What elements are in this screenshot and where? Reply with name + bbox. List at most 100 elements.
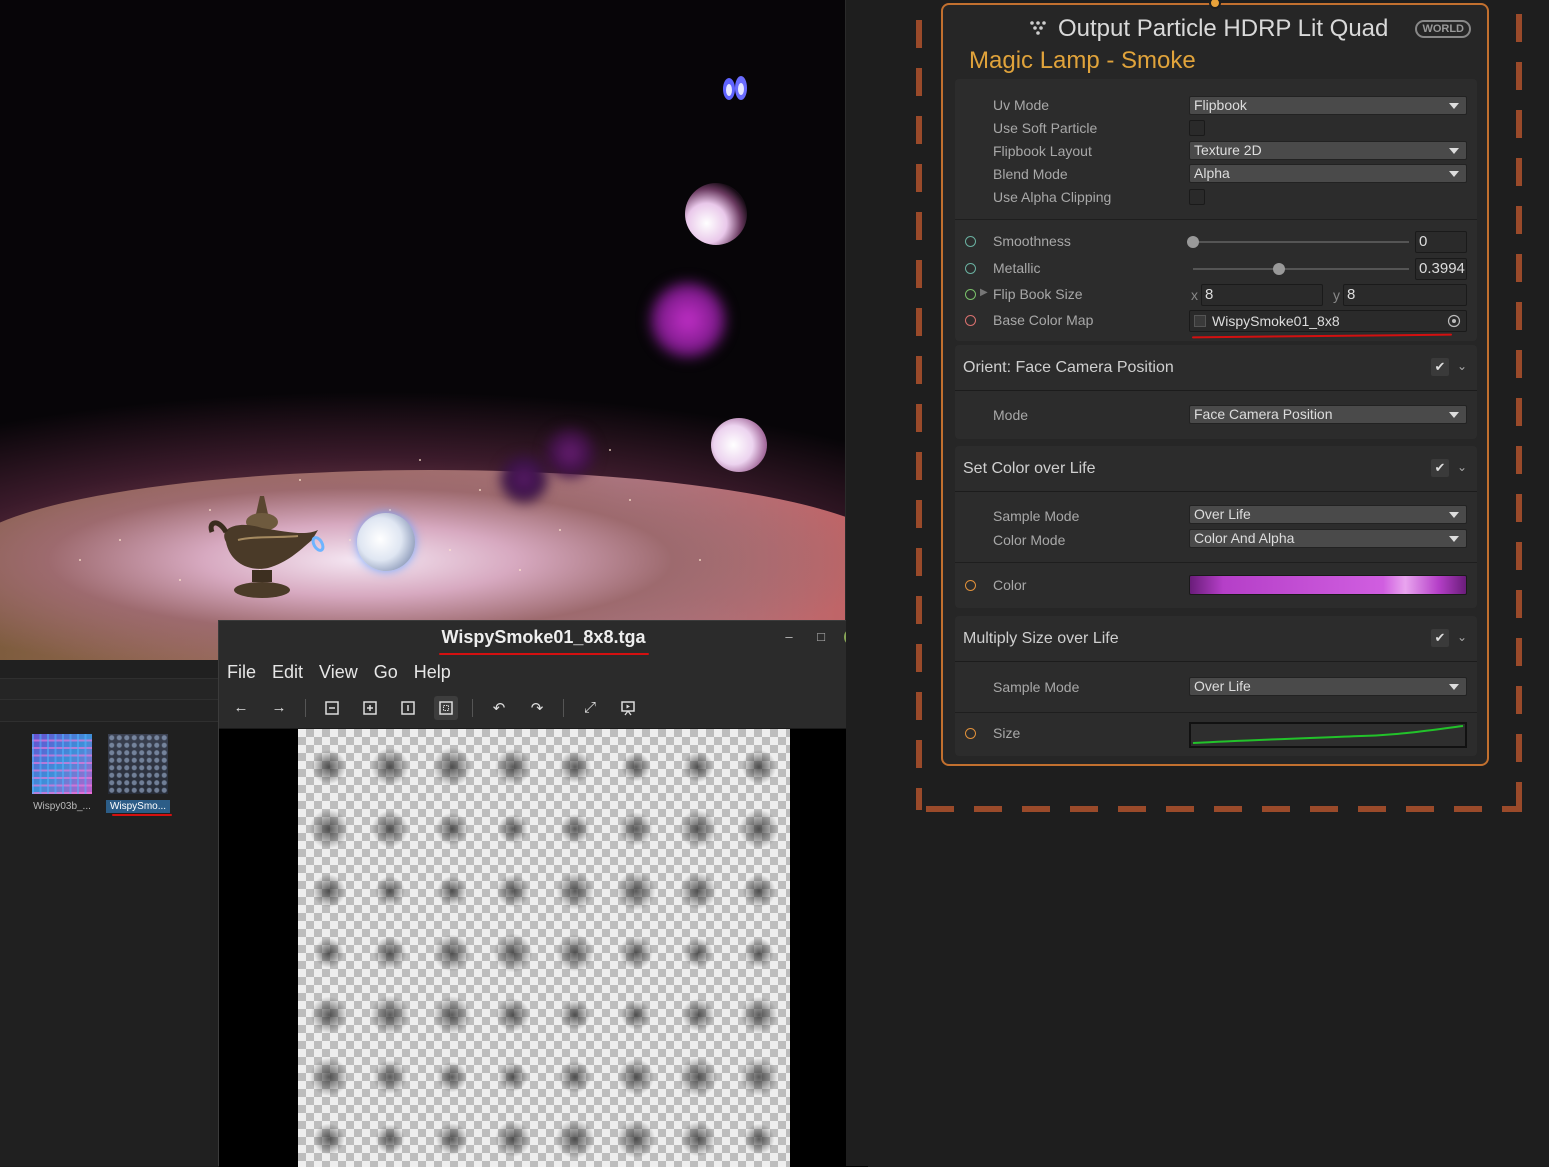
system-boundary-left — [916, 20, 922, 810]
annotation-underline — [439, 653, 649, 655]
flipbook-frame — [436, 876, 468, 906]
flipbook-frame — [494, 1121, 532, 1157]
slideshow-icon[interactable] — [616, 696, 640, 720]
color-sample-mode-row: Sample Mode Over Life — [955, 505, 1477, 528]
moon-orb — [685, 183, 747, 245]
menu-file[interactable]: File — [227, 662, 256, 683]
size-port[interactable] — [965, 728, 976, 739]
flipbook-frame — [373, 936, 408, 970]
sample-mode-dropdown[interactable]: Over Life — [1189, 505, 1467, 524]
flipbook-frame — [557, 1061, 592, 1093]
metallic-row: Metallic 0.3994 — [955, 258, 1477, 280]
scene-viewport[interactable] — [0, 0, 845, 660]
color-over-life-header[interactable]: Set Color over Life ✔ ⌄ — [955, 446, 1477, 492]
color-mode-dropdown[interactable]: Color And Alpha — [1189, 529, 1467, 548]
asset-wispy03b[interactable]: Wispy03b_... — [30, 734, 94, 813]
flipbook-x-field[interactable]: 8 — [1201, 284, 1323, 306]
fullscreen-icon[interactable]: ⤢ — [578, 696, 602, 720]
flipbook-frame — [680, 998, 715, 1032]
size-over-life-title: Multiply Size over Life — [963, 630, 1119, 647]
orient-enabled-checkbox[interactable]: ✔ — [1431, 358, 1449, 376]
expand-triangle-icon[interactable]: ▶ — [980, 287, 988, 298]
soft-particle-checkbox[interactable] — [1189, 120, 1205, 136]
base-color-map-field[interactable]: WispySmoke01_8x8 — [1189, 310, 1467, 332]
minimize-button[interactable]: – — [780, 628, 798, 646]
divider — [955, 712, 1477, 713]
color-port[interactable] — [965, 580, 976, 591]
flipbook-frame — [679, 1121, 716, 1157]
zoom-in-icon[interactable] — [358, 696, 382, 720]
flipbook-size-port[interactable] — [965, 289, 976, 300]
blend-mode-dropdown[interactable]: Alpha — [1189, 164, 1467, 183]
color-over-life-block: Set Color over Life ✔ ⌄ Sample Mode Over… — [955, 446, 1477, 608]
zoom-out-icon[interactable] — [320, 696, 344, 720]
texture-thumbnail-icon — [1194, 315, 1206, 327]
orient-block: Orient: Face Camera Position ✔ ⌄ Mode Fa… — [955, 345, 1477, 439]
flipbook-frame — [740, 996, 779, 1034]
menu-view[interactable]: View — [319, 662, 358, 683]
flipbook-frame — [554, 1119, 595, 1159]
uv-mode-dropdown[interactable]: Flipbook — [1189, 96, 1467, 115]
zoom-fit-icon[interactable] — [434, 695, 458, 720]
flipbook-layout-dropdown[interactable]: Texture 2D — [1189, 141, 1467, 160]
flipbook-frame — [678, 810, 718, 848]
size-over-life-block: Multiply Size over Life ✔ ⌄ Sample Mode … — [955, 616, 1477, 756]
system-boundary-right — [1516, 14, 1522, 810]
object-picker-icon[interactable] — [1447, 314, 1461, 328]
chevron-down-icon[interactable]: ⌄ — [1457, 359, 1467, 373]
rotate-left-icon[interactable]: ↶ — [487, 696, 511, 720]
annotation-underline — [112, 814, 172, 816]
base-color-map-port[interactable] — [965, 315, 976, 326]
image-canvas[interactable] — [219, 729, 868, 1167]
flipbook-frame — [620, 752, 652, 782]
smoothness-field[interactable]: 0 — [1415, 231, 1467, 253]
zoom-normal-icon[interactable] — [396, 696, 420, 720]
menu-edit[interactable]: Edit — [272, 662, 303, 683]
flipbook-frame — [739, 1058, 779, 1096]
metallic-field[interactable]: 0.3994 — [1415, 258, 1467, 280]
orient-mode-dropdown[interactable]: Face Camera Position — [1189, 405, 1467, 424]
chevron-down-icon[interactable]: ⌄ — [1457, 630, 1467, 644]
metallic-slider-knob[interactable] — [1273, 263, 1286, 275]
metallic-port[interactable] — [965, 263, 976, 274]
sample-mode-label: Sample Mode — [993, 679, 1080, 695]
flipbook-frame — [369, 995, 411, 1035]
size-over-life-enabled-checkbox[interactable]: ✔ — [1431, 629, 1449, 647]
blue-flame — [723, 76, 747, 100]
node-title: Output Particle HDRP Lit Quad — [1058, 15, 1389, 42]
flipbook-frame — [555, 934, 595, 972]
menu-help[interactable]: Help — [414, 662, 451, 683]
output-settings-block: Uv Mode Flipbook Use Soft Particle Flipb… — [955, 79, 1477, 341]
title-bar[interactable]: WispySmoke01_8x8.tga – □ ✕ — [219, 621, 868, 657]
smoothness-slider[interactable] — [1193, 241, 1409, 243]
smoothness-port[interactable] — [965, 236, 976, 247]
flipbook-frame — [495, 998, 531, 1032]
metallic-slider[interactable] — [1193, 268, 1409, 270]
size-curve — [1192, 725, 1464, 744]
flipbook-frame — [431, 747, 473, 787]
size-sample-mode-row: Sample Mode Over Life — [955, 677, 1477, 699]
sample-mode-dropdown[interactable]: Over Life — [1189, 677, 1467, 696]
chevron-down-icon[interactable]: ⌄ — [1457, 460, 1467, 474]
flipbook-frame — [494, 749, 533, 785]
alpha-clipping-checkbox[interactable] — [1189, 189, 1205, 205]
size-row: Size — [955, 722, 1477, 748]
rotate-right-icon[interactable]: ↷ — [525, 696, 549, 720]
flipbook-y-field[interactable]: 8 — [1343, 284, 1467, 306]
output-particle-node[interactable]: Output Particle HDRP Lit Quad WORLD Magi… — [941, 0, 1489, 766]
smoothness-slider-knob[interactable] — [1187, 236, 1199, 248]
maximize-button[interactable]: □ — [812, 628, 830, 646]
color-over-life-enabled-checkbox[interactable]: ✔ — [1431, 459, 1449, 477]
base-color-map-row: Base Color Map WispySmoke01_8x8 — [955, 310, 1477, 332]
arrow-left-icon[interactable]: ← — [229, 696, 253, 720]
size-curve-field[interactable] — [1189, 722, 1467, 748]
color-gradient-field[interactable] — [1189, 575, 1467, 595]
asset-wispysmoke[interactable]: WispySmo... — [106, 734, 170, 813]
orient-header[interactable]: Orient: Face Camera Position ✔ ⌄ — [955, 345, 1477, 391]
menu-go[interactable]: Go — [374, 662, 398, 683]
arrow-right-icon[interactable]: → — [267, 696, 291, 720]
flipbook-frame — [617, 1059, 656, 1095]
space-badge[interactable]: WORLD — [1415, 20, 1471, 38]
flipbook-frame — [742, 874, 777, 908]
size-over-life-header[interactable]: Multiply Size over Life ✔ ⌄ — [955, 616, 1477, 662]
